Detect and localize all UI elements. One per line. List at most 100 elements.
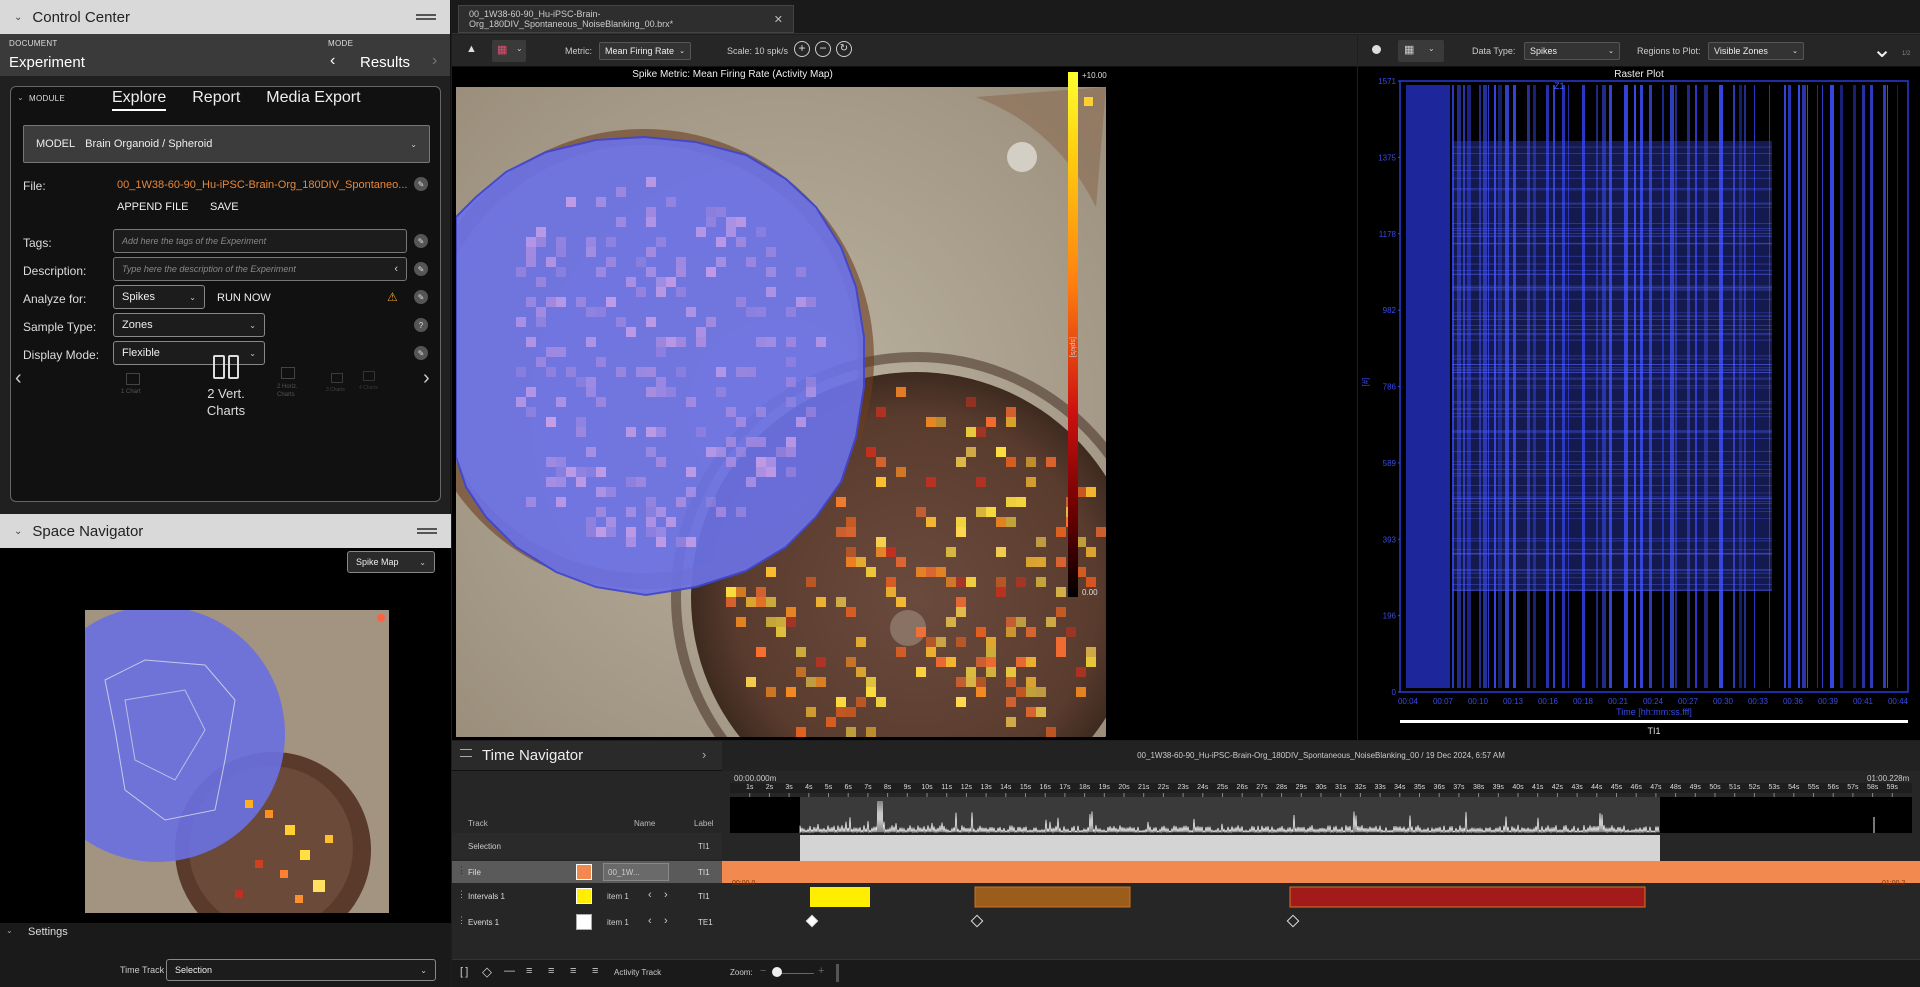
chevron-left-icon[interactable]: ‹ [648, 915, 652, 927]
zone-1-region[interactable] [456, 135, 865, 597]
drag-handle-icon[interactable]: ⋮ [457, 889, 466, 900]
zoom-slider-handle[interactable] [772, 967, 782, 977]
intervals-color-swatch[interactable] [576, 888, 592, 904]
layout-2-horiz-icon[interactable] [281, 367, 295, 379]
space-navigator-header[interactable]: ⌄ Space Navigator [0, 514, 451, 548]
edit-icon[interactable]: ✎ [414, 290, 428, 304]
collapse-chevron-icon[interactable]: ⌄ [1872, 35, 1892, 64]
raster-scroll-bar[interactable] [1400, 720, 1908, 723]
activity-track-label[interactable]: Activity Track [614, 968, 661, 977]
layers-icon[interactable]: ≡ [526, 965, 532, 977]
layers-icon[interactable]: ≡ [592, 965, 598, 977]
file-color-swatch[interactable] [576, 864, 592, 880]
close-icon[interactable]: ✕ [774, 13, 783, 26]
chevron-left-icon[interactable]: ‹ [648, 889, 652, 901]
map-mode-button[interactable]: ▦ ⌄ [492, 40, 526, 62]
chevron-down-icon[interactable]: ⌄ [6, 926, 13, 935]
selection-range[interactable] [800, 835, 1660, 861]
file-item-field[interactable]: 00_1W... [603, 863, 669, 881]
zone-1-pixel [586, 377, 596, 387]
drag-handle-icon[interactable]: ⋮ [457, 865, 466, 876]
edit-icon[interactable]: ✎ [414, 234, 428, 248]
track-row-intervals[interactable]: ⋮ Intervals 1 item 1 ‹ › TI1 [452, 885, 722, 907]
track-row-events[interactable]: ⋮ Events 1 item 1 ‹ › TE1 [452, 911, 722, 933]
track-row-selection[interactable]: Selection TI1 [452, 833, 722, 859]
zoom-in-icon[interactable]: + [818, 965, 824, 977]
help-icon[interactable]: ? [414, 318, 428, 332]
drag-handle-icon[interactable]: ⋮ [457, 915, 466, 926]
diamond-add-icon[interactable]: ◇ [482, 964, 492, 980]
tab-media-export[interactable]: Media Export [266, 89, 360, 111]
regions-select[interactable]: Visible Zones ⌄ [1708, 42, 1804, 60]
settings-label[interactable]: Settings [28, 926, 68, 938]
spike-map-select[interactable]: Spike Map ⌄ [347, 551, 435, 573]
edit-icon[interactable]: ✎ [414, 346, 428, 360]
layout-4-charts-icon[interactable] [363, 371, 375, 381]
save-button[interactable]: SAVE [210, 201, 239, 213]
minus-icon[interactable]: — [504, 965, 515, 977]
space-navigator-map[interactable] [85, 610, 389, 913]
control-center-header[interactable]: ⌄ Control Center [0, 0, 450, 34]
tab-report[interactable]: Report [192, 89, 240, 111]
interval-block[interactable] [974, 886, 1131, 908]
interval-block[interactable] [810, 887, 870, 907]
chevron-left-icon[interactable]: ‹ [330, 52, 335, 70]
menu-icon[interactable] [417, 528, 437, 534]
run-now-button[interactable]: RUN NOW [217, 292, 271, 304]
model-select[interactable]: MODEL Brain Organoid / Spheroid ⌄ [23, 125, 430, 163]
menu-icon[interactable] [416, 14, 436, 20]
events-item-name[interactable]: item 1 [607, 918, 629, 927]
chevron-right-icon[interactable]: › [664, 889, 668, 901]
zoom-out-icon[interactable]: − [760, 965, 766, 977]
chevron-right-icon[interactable]: › [432, 52, 437, 70]
document-value[interactable]: Experiment [9, 54, 85, 71]
chevron-right-icon[interactable]: › [664, 915, 668, 927]
bracket-icon[interactable]: [ ] [460, 966, 468, 978]
sample-type-select[interactable]: Zones ⌄ [113, 313, 265, 337]
edit-icon[interactable]: ✎ [414, 262, 428, 276]
file-tab[interactable]: 00_1W38-60-90_Hu-iPSC-Brain-Org_180DIV_S… [458, 5, 794, 33]
chevron-down-icon[interactable]: ⌄ [17, 93, 24, 102]
file-value[interactable]: 00_1W38-60-90_Hu-iPSC-Brain-Org_180DIV_S… [117, 179, 407, 191]
interval-block[interactable] [1289, 886, 1646, 908]
record-icon[interactable] [1372, 45, 1381, 54]
zone-1-pixel [716, 507, 726, 517]
menu-icon[interactable] [460, 749, 472, 757]
time-navigator-header[interactable]: Time Navigator › [452, 741, 722, 771]
mode-value[interactable]: Results [360, 54, 410, 71]
analyze-for-select[interactable]: Spikes ⌄ [113, 285, 205, 309]
edit-icon[interactable]: ✎ [414, 177, 428, 191]
intervals-item-name[interactable]: item 1 [607, 892, 629, 901]
description-input[interactable]: Type here the description of the Experim… [113, 257, 407, 281]
layout-2-vert-icon[interactable] [213, 355, 239, 379]
time-track-select[interactable]: Selection ⌄ [166, 959, 436, 981]
append-file-button[interactable]: APPEND FILE [117, 201, 189, 213]
data-type-select[interactable]: Spikes ⌄ [1524, 42, 1620, 60]
chevron-down-icon[interactable]: ⌄ [14, 526, 22, 537]
display-mode-select[interactable]: Flexible ⌄ [113, 341, 265, 365]
events-color-swatch[interactable] [576, 914, 592, 930]
file-range[interactable] [722, 861, 1920, 883]
chevron-left-icon[interactable]: ‹ [394, 263, 398, 275]
layout-3-charts-icon[interactable] [331, 373, 343, 383]
chevron-right-icon[interactable]: › [423, 367, 430, 390]
metric-select[interactable]: Mean Firing Rate ⌄ [599, 42, 691, 60]
chevron-right-icon[interactable]: › [702, 747, 706, 762]
raster-mode-button[interactable]: ▦ ⌄ [1398, 40, 1444, 62]
zoom-out-icon[interactable]: − [815, 41, 831, 57]
reset-zoom-icon[interactable]: ↻ [836, 41, 852, 57]
triangle-up-icon[interactable]: ▲ [466, 43, 477, 55]
raster-plot[interactable]: Z1 0 196 393 589 786 982 1178 1375 1571 [#] 00:04 00… [1358, 67, 1920, 740]
activity-map[interactable] [456, 87, 1106, 737]
layout-1-chart-icon[interactable] [126, 373, 140, 385]
timeline-end: 01:00.228m [1867, 774, 1910, 783]
layers-icon[interactable]: ≡ [548, 965, 554, 977]
track-row-file[interactable]: ⋮ File 00_1W... TI1 [452, 861, 722, 883]
timeline[interactable]: 1s 2s 3s 4s 5s 6s 7s 8s 9s 10s 11s 12s 13s 14s 15s 16s 1… [722, 771, 1920, 959]
chevron-left-icon[interactable]: ‹ [15, 367, 22, 390]
layers-icon[interactable]: ≡ [570, 965, 576, 977]
tab-explore[interactable]: Explore [112, 89, 167, 111]
tags-input[interactable]: Add here the tags of the Experiment [113, 229, 407, 253]
chevron-down-icon[interactable]: ⌄ [14, 12, 22, 23]
zoom-in-icon[interactable]: + [794, 41, 810, 57]
